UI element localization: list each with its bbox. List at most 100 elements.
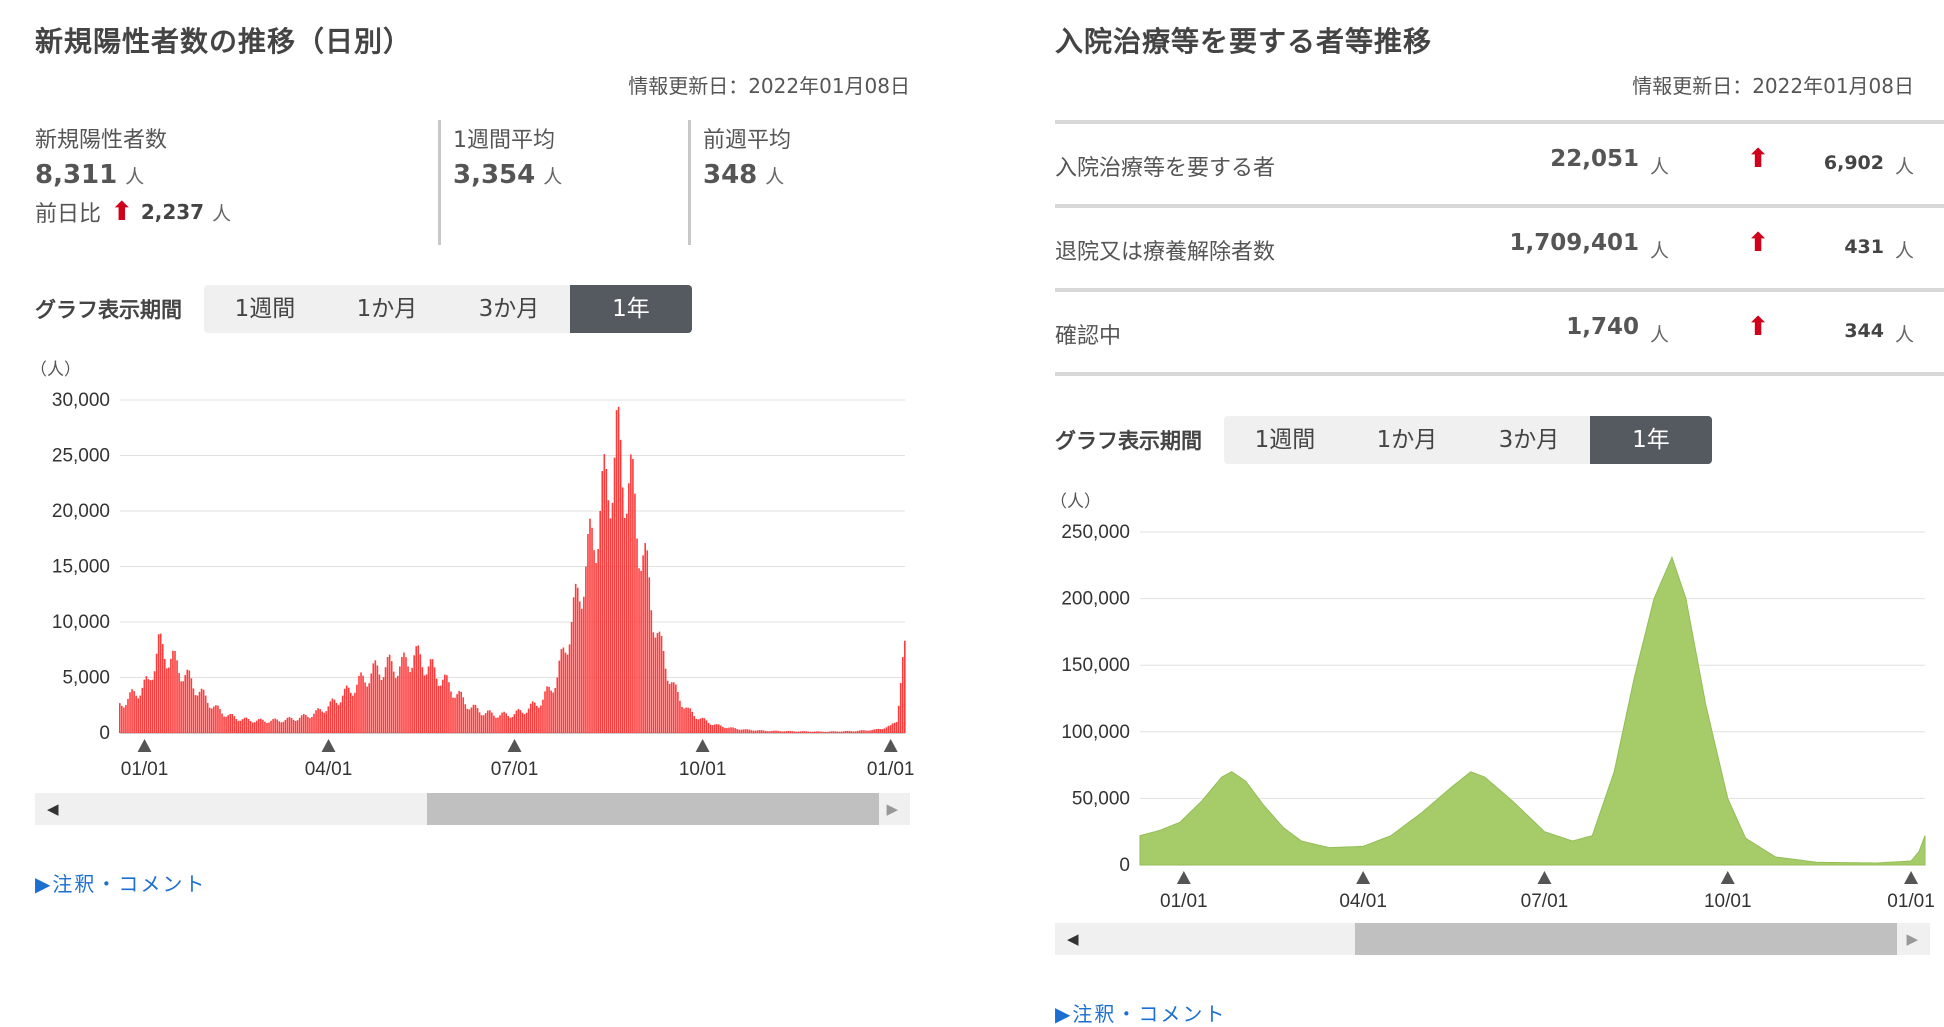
scroll-left-icon[interactable]: ◀ [47,800,59,818]
y-axis-label: （人） [1050,492,1101,511]
unit: 人 [1894,324,1914,346]
bar [568,644,571,733]
x-tick-marker [321,739,336,752]
bar [826,731,828,733]
bar [386,657,389,733]
bar [192,688,195,733]
bar [572,597,575,733]
period-1year-button[interactable]: 1年 [1590,416,1712,464]
x-tick-label: 01/01 [1160,891,1208,912]
chart-scrollbar[interactable]: ◀ ▶ [35,793,910,825]
bar [433,667,436,733]
bar [611,502,614,733]
bar [601,471,604,733]
x-tick-marker [1537,871,1552,884]
bar [323,712,326,733]
bar [887,725,890,733]
divider [438,120,441,245]
bar [429,659,432,733]
bar [223,716,225,733]
period-3months-button[interactable]: 3か月 [448,285,570,333]
bar [677,691,679,733]
bar [662,650,665,733]
bar [762,730,765,733]
bar [182,681,184,733]
bar [529,703,532,733]
bar [699,718,702,733]
bar [155,653,158,733]
bar [781,731,783,733]
bar [186,669,189,733]
bar [525,712,528,733]
bar [360,672,362,733]
bar [615,410,618,733]
bar [421,667,424,733]
bar [163,658,166,733]
bar [707,722,710,733]
bar [564,652,567,733]
bar [873,729,875,733]
period-3months-button[interactable]: 3か月 [1468,416,1590,464]
bar [341,695,344,733]
period-1year-button[interactable]: 1年 [570,285,692,333]
bar [713,724,716,733]
stat-row: 確認中 1,740 人 ⬆ 344 人 [1055,288,1944,376]
unit: 人 [1894,156,1914,178]
period-1month-button[interactable]: 1か月 [1346,416,1468,464]
unit: 人 [1894,240,1914,262]
bar [523,714,526,733]
scrollbar-thumb[interactable] [1355,923,1897,955]
chart-scrollbar[interactable]: ◀ ▶ [1055,923,1930,955]
period-1month-button[interactable]: 1か月 [326,285,448,333]
scrollbar-thumb[interactable] [427,793,879,825]
x-tick-label: 10/01 [1704,891,1752,912]
up-arrow-icon: ⬆ [111,197,133,227]
bar [466,708,469,733]
bar [213,706,215,733]
bar [670,682,673,733]
bar [846,730,849,733]
notes-link[interactable]: ▶注釈・コメント [1055,998,1226,1027]
bar [785,731,788,733]
panel-title: 入院治療等を要する者等推移 [1055,25,1433,58]
bar [196,695,199,733]
bar [486,710,489,733]
bar [628,483,630,733]
bar [709,724,712,733]
bar [188,670,191,733]
bar [372,663,375,733]
row-diff: 344 [1844,320,1884,342]
bar [305,714,307,733]
row-label: 確認中 [1055,324,1122,349]
bar [170,658,172,733]
scroll-left-icon[interactable]: ◀ [1067,930,1079,948]
unit: 人 [125,166,145,188]
bar [384,667,387,733]
bar [176,660,178,733]
stat-row: 入院治療等を要する者 22,051 人 ⬆ 6,902 人 [1055,120,1944,204]
bar [178,673,180,733]
bar [407,666,409,733]
bar [546,686,548,733]
bar [288,716,291,733]
bar [734,728,736,733]
bar [809,731,812,733]
bar [484,713,487,733]
bar [478,712,481,733]
bar [249,721,252,733]
bar [296,720,299,733]
notes-link[interactable]: ▶注釈・コメント [35,868,206,897]
period-1week-button[interactable]: 1週間 [204,285,326,333]
bar [245,717,248,733]
bar [697,719,700,733]
bar [554,688,557,733]
period-1week-button[interactable]: 1週間 [1224,416,1346,464]
bar [272,719,274,733]
x-tick-marker [695,739,710,752]
bar [121,705,123,733]
bar [685,707,687,733]
bar [302,713,305,733]
scroll-right-icon[interactable]: ▶ [1906,930,1918,948]
scroll-right-icon[interactable]: ▶ [886,800,898,818]
x-tick-label: 04/01 [305,759,353,780]
